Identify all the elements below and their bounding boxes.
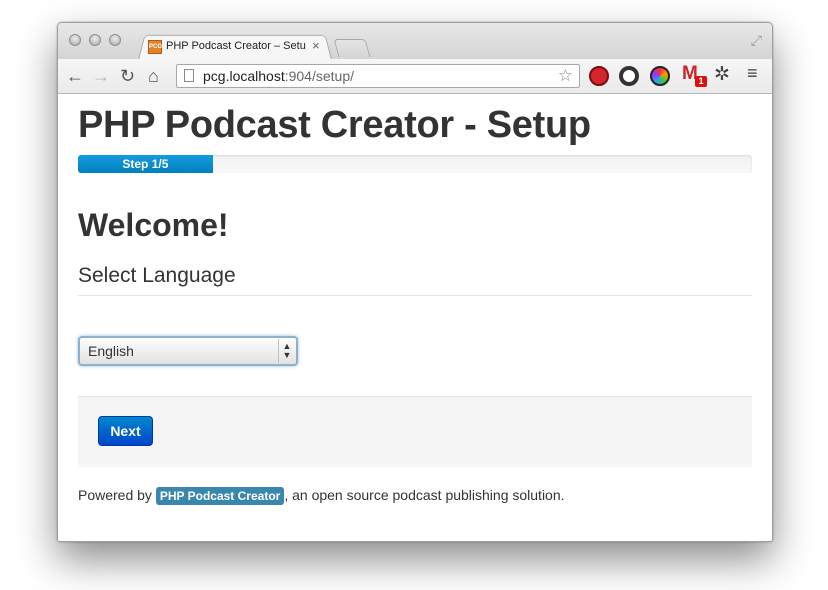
zoom-window-button[interactable]: [109, 34, 121, 46]
language-select[interactable]: English ▲ ▼: [78, 336, 298, 366]
fullscreen-icon[interactable]: ⤢: [751, 32, 762, 49]
section-title: Select Language: [78, 264, 236, 287]
page-icon: [184, 69, 194, 82]
menu-icon[interactable]: ≡: [747, 63, 758, 84]
select-arrows-icon: ▲ ▼: [278, 339, 295, 363]
gmail-unread-badge: 1: [695, 76, 707, 87]
form-actions: Next: [78, 396, 752, 467]
browser-toolbar: ← → ↻ ⌂ pcg.localhost:904/setup/ ☆ M 1 ✲…: [58, 59, 772, 94]
footer-suffix: , an open source podcast publishing solu…: [284, 487, 565, 503]
page-content: PHP Podcast Creator - Setup Step 1/5 Wel…: [58, 94, 772, 541]
url-path: :904/setup/: [284, 68, 354, 84]
title-bar: PCG PHP Podcast Creator – Setup × ⤢: [58, 23, 772, 60]
forward-icon[interactable]: →: [92, 64, 110, 88]
tab-close-icon[interactable]: ×: [312, 38, 320, 53]
language-select-value: English: [88, 343, 134, 359]
next-button[interactable]: Next: [98, 416, 153, 446]
tab-title: PHP Podcast Creator – Setup: [166, 40, 306, 52]
reload-icon[interactable]: ↻: [120, 64, 135, 88]
adblock-extension-icon[interactable]: [589, 66, 609, 86]
gear-icon[interactable]: ✲: [714, 63, 730, 86]
extension-ring-icon[interactable]: [619, 66, 639, 86]
bookmark-star-icon[interactable]: ☆: [558, 66, 573, 86]
color-picker-extension-icon[interactable]: [650, 66, 670, 86]
url-text[interactable]: pcg.localhost:904/setup/: [203, 68, 354, 84]
browser-window: PCG PHP Podcast Creator – Setup × ⤢ ← → …: [57, 22, 773, 542]
favicon-icon: PCG: [148, 40, 162, 54]
browser-tab-content[interactable]: PCG PHP Podcast Creator – Setup ×: [146, 37, 330, 57]
setup-progress: Step 1/5: [78, 155, 752, 173]
footer-prefix: Powered by: [78, 487, 152, 503]
address-bar[interactable]: pcg.localhost:904/setup/ ☆: [176, 64, 580, 88]
footer-project-label[interactable]: PHP Podcast Creator: [155, 487, 285, 505]
minimize-window-button[interactable]: [89, 34, 101, 46]
new-tab-button[interactable]: [333, 39, 371, 57]
progress-bar: Step 1/5: [78, 155, 213, 173]
footer: Powered by PHP Podcast Creator, an open …: [78, 487, 565, 505]
welcome-heading: Welcome!: [78, 207, 229, 243]
home-icon[interactable]: ⌂: [148, 64, 159, 88]
divider: [78, 295, 752, 296]
page-title: PHP Podcast Creator - Setup: [78, 104, 591, 146]
back-icon[interactable]: ←: [66, 64, 84, 88]
url-host: pcg.localhost: [203, 68, 285, 84]
close-window-button[interactable]: [69, 34, 81, 46]
